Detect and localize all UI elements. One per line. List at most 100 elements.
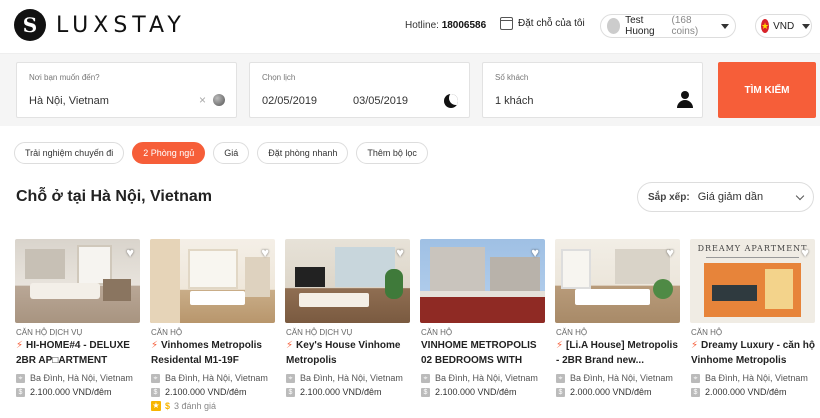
currency-selector[interactable]: ★ VND bbox=[755, 14, 812, 38]
price-text: 2.100.000 VND/đêm bbox=[435, 387, 517, 397]
price-text: 2.000.000 VND/đêm bbox=[570, 387, 652, 397]
location-text: Ba Đình, Hà Nội, Vietnam bbox=[435, 373, 538, 383]
listing-card[interactable]: ♥ CĂN HỘ DỊCH VỤ ⚡ Key's House Vinhome Me… bbox=[285, 239, 410, 397]
destination-field[interactable]: Nơi bạn muốn đến? Hà Nội, Vietnam × bbox=[16, 62, 237, 118]
listing-name[interactable]: ⚡HI-HOME#4 - DELUXE 2BR AP□ARTMENT VINHO… bbox=[16, 338, 141, 368]
listing-name[interactable]: ⚡ Dreamy Luxury - căn hộ Vinhome Metropol… bbox=[691, 338, 816, 368]
price-icon: $ bbox=[691, 387, 700, 397]
listing-title: [Li.A House] Metropolis - 2BR Brand new.… bbox=[556, 340, 678, 366]
listing-location: ⌖ Ba Đình, Hà Nội, Vietnam bbox=[286, 373, 403, 383]
listing-image[interactable]: ♥ bbox=[15, 239, 140, 323]
location-text: Ba Đình, Hà Nội, Vietnam bbox=[705, 373, 808, 383]
listing-location: ⌖ Ba Đình, Hà Nội, Vietnam bbox=[556, 373, 673, 383]
filter-trip-experience[interactable]: Trải nghiệm chuyến đi bbox=[14, 142, 125, 164]
location-text: Ba Đình, Hà Nội, Vietnam bbox=[300, 373, 403, 383]
instant-book-icon: ⚡ bbox=[151, 340, 159, 351]
listing-image[interactable]: ♥ bbox=[285, 239, 410, 323]
clear-icon[interactable]: × bbox=[199, 93, 206, 107]
listing-type: CĂN HỘ bbox=[151, 328, 183, 337]
user-menu[interactable]: Test Huong (168 coins) bbox=[600, 14, 736, 38]
price-text: 2.100.000 VND/đêm bbox=[300, 387, 382, 397]
luxstay-logo[interactable]: S LUXSTAY bbox=[14, 9, 186, 41]
heart-icon[interactable]: ♥ bbox=[396, 246, 404, 259]
vietnam-flag-icon: ★ bbox=[761, 19, 770, 33]
listing-card[interactable]: ♥ CĂN HỘ ⚡ Vinhomes Metropolis Residental… bbox=[150, 239, 275, 411]
price-text: 2.000.000 VND/đêm bbox=[705, 387, 787, 397]
listing-card[interactable]: ♥ CĂN HỘ DỊCH VỤ ⚡ HI-HOME#4 - DELUXE 2BR… bbox=[15, 239, 140, 397]
listing-title: VINHOME METROPOLIS 02 BEDROOMS WITH LAKE… bbox=[421, 340, 537, 366]
date-field[interactable]: Chọn lịch 02/05/2019 03/05/2019 bbox=[249, 62, 470, 118]
hotline-number[interactable]: 18006586 bbox=[442, 20, 487, 31]
location-icon: ⌖ bbox=[691, 373, 700, 383]
listing-type: CĂN HỘ bbox=[556, 328, 588, 337]
heart-icon[interactable]: ♥ bbox=[801, 246, 809, 259]
chevron-down-icon bbox=[795, 191, 805, 200]
listing-card[interactable]: ♥ CĂN HỘ ⚡ [Li.A House] Metropolis - 2BR … bbox=[555, 239, 680, 397]
location-icon: ⌖ bbox=[16, 373, 25, 383]
listing-name[interactable]: ⚡ [Li.A House] Metropolis - 2BR Brand new… bbox=[556, 338, 681, 368]
currency-label: VND bbox=[773, 20, 795, 32]
price-level: $ bbox=[165, 401, 171, 411]
checkout-date[interactable]: 03/05/2019 bbox=[353, 95, 408, 107]
caret-down-icon bbox=[802, 23, 811, 29]
guests-label: Số khách bbox=[495, 73, 529, 82]
price-icon: $ bbox=[421, 387, 430, 397]
user-coins: (168 coins) bbox=[671, 15, 699, 37]
top-header: S LUXSTAY Hotline: 18006586 Đặt chỗ của … bbox=[0, 0, 820, 54]
listing-title: Vinhomes Metropolis Residental M1-19F bbox=[151, 340, 262, 366]
instant-book-icon: ⚡ bbox=[556, 340, 564, 351]
hotline-label: Hotline: bbox=[405, 20, 439, 31]
guests-value[interactable]: 1 khách bbox=[495, 95, 534, 107]
my-bookings-link[interactable]: Đặt chỗ của tôi bbox=[500, 17, 585, 30]
listing-type: CĂN HỘ bbox=[691, 328, 723, 337]
search-bar: Nơi bạn muốn đến? Hà Nội, Vietnam × Chọn… bbox=[0, 54, 820, 126]
listing-title: Dreamy Luxury - căn hộ Vinhome Metropoli… bbox=[691, 340, 815, 366]
logo-text: LUXSTAY bbox=[56, 12, 186, 38]
price-icon: $ bbox=[151, 387, 160, 397]
filter-instant-book[interactable]: Đặt phòng nhanh bbox=[257, 142, 349, 164]
listing-price: $2.100.000 VND/đêm bbox=[151, 387, 247, 397]
price-icon: $ bbox=[16, 387, 25, 397]
heart-icon[interactable]: ♥ bbox=[126, 246, 134, 259]
listing-image[interactable]: ♥ bbox=[150, 239, 275, 323]
listing-price: $2.100.000 VND/đêm bbox=[421, 387, 517, 397]
listing-name[interactable]: ⚡ Key's House Vinhome Metropolis bbox=[286, 338, 411, 368]
location-icon: ⌖ bbox=[556, 373, 565, 383]
listing-name[interactable]: VINHOME METROPOLIS 02 BEDROOMS WITH LAKE… bbox=[421, 338, 546, 368]
price-text: 2.100.000 VND/đêm bbox=[165, 387, 247, 397]
caret-down-icon bbox=[720, 23, 729, 29]
price-icon: $ bbox=[556, 387, 565, 397]
filter-bedrooms[interactable]: 2 Phòng ngủ bbox=[132, 142, 206, 164]
listing-image[interactable]: DREAMY APARTMENT ♥ bbox=[690, 239, 815, 323]
destination-value[interactable]: Hà Nội, Vietnam bbox=[29, 95, 109, 107]
location-icon: ⌖ bbox=[421, 373, 430, 383]
search-button[interactable]: TÌM KIẾM bbox=[718, 62, 816, 118]
hotline: Hotline: 18006586 bbox=[405, 20, 486, 31]
filter-price[interactable]: Giá bbox=[213, 142, 250, 164]
person-icon bbox=[677, 91, 693, 109]
listing-image[interactable]: ♥ bbox=[420, 239, 545, 323]
checkin-date[interactable]: 02/05/2019 bbox=[262, 95, 317, 107]
listing-price: $2.000.000 VND/đêm bbox=[691, 387, 787, 397]
listing-price: $2.100.000 VND/đêm bbox=[286, 387, 382, 397]
listing-name[interactable]: ⚡ Vinhomes Metropolis Residental M1-19F bbox=[151, 338, 276, 368]
guests-field[interactable]: Số khách 1 khách bbox=[482, 62, 703, 118]
heart-icon[interactable]: ♥ bbox=[261, 246, 269, 259]
heart-icon[interactable]: ♥ bbox=[531, 246, 539, 259]
sort-value: Giá giảm dần bbox=[697, 191, 764, 203]
logo-mark-icon: S bbox=[14, 9, 46, 41]
listing-type: CĂN HỘ DỊCH VỤ bbox=[286, 328, 353, 337]
listing-location: ⌖ Ba Đình, Hà Nội, Vietnam bbox=[151, 373, 268, 383]
listing-type: CĂN HỘ DỊCH VỤ bbox=[16, 328, 83, 337]
filter-chips: Trải nghiệm chuyến đi 2 Phòng ngủ Giá Đặ… bbox=[14, 142, 428, 164]
listing-title: Key's House Vinhome Metropolis bbox=[286, 340, 401, 366]
star-icon: ★ bbox=[151, 401, 161, 411]
listing-image[interactable]: ♥ bbox=[555, 239, 680, 323]
sort-dropdown[interactable]: Sắp xếp: Giá giảm dần bbox=[637, 182, 814, 212]
listing-card[interactable]: DREAMY APARTMENT ♥ CĂN HỘ ⚡ Dreamy Luxury… bbox=[690, 239, 815, 397]
filter-more[interactable]: Thêm bộ lọc bbox=[356, 142, 428, 164]
location-text: Ba Đình, Hà Nội, Vietnam bbox=[30, 373, 133, 383]
heart-icon[interactable]: ♥ bbox=[666, 246, 674, 259]
location-text: Ba Đình, Hà Nội, Vietnam bbox=[570, 373, 673, 383]
listing-card[interactable]: ♥ CĂN HỘ VINHOME METROPOLIS 02 BEDROOMS … bbox=[420, 239, 545, 397]
